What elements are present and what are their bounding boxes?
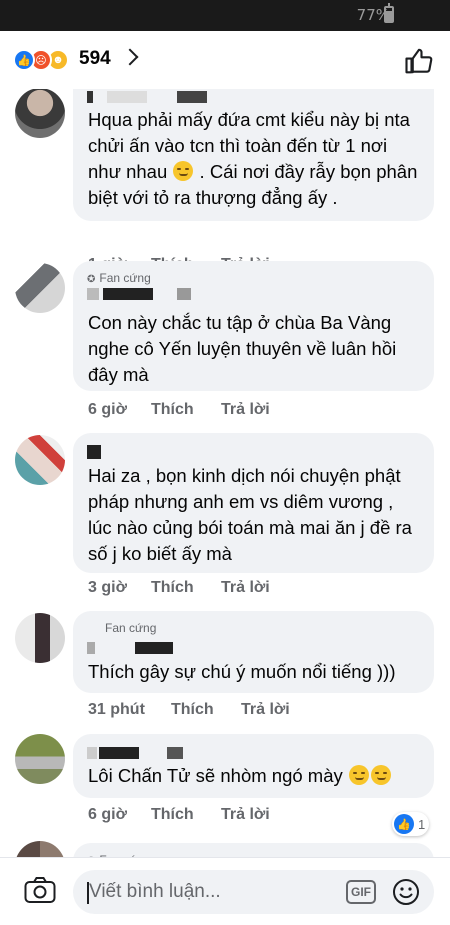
comment-composer: Viết bình luận... GIF <box>0 857 450 925</box>
battery-icon <box>384 3 394 23</box>
comment-time: 31 phút <box>88 701 145 718</box>
author-name-redacted[interactable] <box>87 285 191 300</box>
emoji-icon[interactable] <box>392 878 420 906</box>
comment-text: Lôi Chấn Tử sẽ nhòm ngó mày <box>88 763 420 789</box>
author-name-redacted[interactable] <box>87 744 183 759</box>
avatar[interactable] <box>15 435 65 485</box>
gif-button[interactable]: GIF <box>346 880 376 904</box>
author-name-redacted[interactable] <box>87 88 207 103</box>
comment-bubble: Fan cứng Thích gây sự chú ý muốn nổi tiế… <box>73 611 434 693</box>
comment-bubble: Hai za , bọn kinh dịch nói chuyện phật p… <box>73 433 434 573</box>
smirk-emoji-icon <box>370 765 391 785</box>
fan-badge: Fan cứng <box>105 621 157 635</box>
reply-comment-button[interactable]: Trả lời <box>221 579 270 597</box>
author-name-redacted[interactable] <box>87 639 173 654</box>
like-comment-button[interactable]: Thích <box>151 579 194 597</box>
comment-text: Hqua phải mấy đứa cmt kiểu này bị nta ch… <box>88 109 418 208</box>
like-comment-button[interactable]: Thích <box>151 806 194 824</box>
avatar[interactable] <box>15 263 65 313</box>
like-reaction-icon: 👍 <box>13 49 35 71</box>
comment-input[interactable]: Viết bình luận... GIF <box>73 870 434 914</box>
comment-time: 6 giờ <box>88 806 127 823</box>
comment-input-placeholder: Viết bình luận... <box>89 881 221 902</box>
smirk-emoji-icon <box>348 765 369 785</box>
reaction-count[interactable]: 594 <box>79 48 111 70</box>
author-name-redacted[interactable] <box>87 443 101 459</box>
comments-sheet: Hqua phải mấy đứa cmt kiểu này bị nta ch… <box>0 31 450 925</box>
reply-comment-button[interactable]: Trả lời <box>221 806 270 824</box>
comment-text: Thích gây sự chú ý muốn nổi tiếng ))) <box>88 661 396 682</box>
comment-text: Con này chắc tu tập ở chùa Ba Vàng nghe … <box>88 312 397 385</box>
avatar[interactable] <box>15 88 65 138</box>
comment-text: Hai za , bọn kinh dịch nói chuyện phật p… <box>88 465 412 564</box>
comment-time: 6 giờ <box>88 401 127 418</box>
like-comment-button[interactable]: Thích <box>171 701 214 719</box>
reply-comment-button[interactable]: Trả lời <box>241 701 290 719</box>
fan-badge: ✪Fan cứng <box>87 271 151 285</box>
reactions-header[interactable]: 👍 ☹ ☻ 594 <box>0 31 450 89</box>
status-bar: 77% <box>0 0 450 31</box>
smirk-emoji-icon <box>173 161 194 181</box>
camera-icon[interactable] <box>24 876 56 904</box>
comment-time: 3 giờ <box>88 579 127 596</box>
comment-bubble: Lôi Chấn Tử sẽ nhòm ngó mày <box>73 734 434 798</box>
chevron-right-icon[interactable] <box>121 48 139 66</box>
avatar[interactable] <box>15 613 65 663</box>
like-comment-button[interactable]: Thích <box>151 401 194 419</box>
reply-comment-button[interactable]: Trả lời <box>221 401 270 419</box>
thumbs-up-icon[interactable] <box>404 46 434 76</box>
fan-badge-icon: ✪ <box>87 274 96 285</box>
comment-reaction-count[interactable]: 👍 1 <box>392 812 430 836</box>
like-reaction-icon: 👍 <box>394 814 414 834</box>
comment-bubble: ✪ Fan cứng Con này chắc tu tập ở chùa Ba … <box>73 261 434 391</box>
avatar[interactable] <box>15 734 65 784</box>
reaction-icons: 👍 ☹ ☻ <box>13 49 73 71</box>
